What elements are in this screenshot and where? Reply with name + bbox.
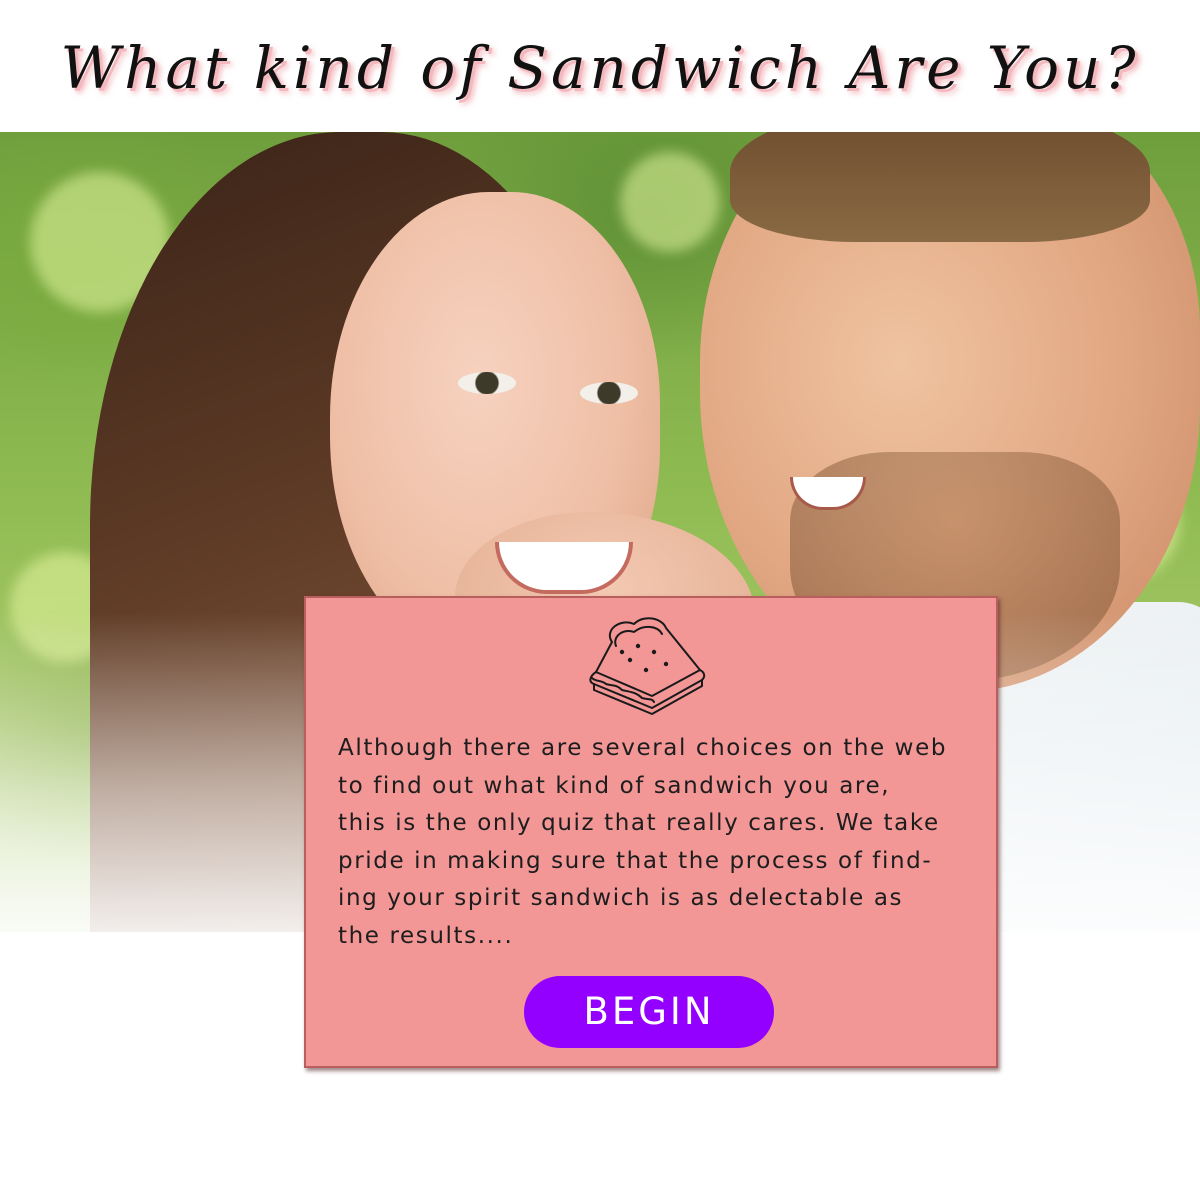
quiz-description: Although there are several choices on th… (338, 735, 948, 949)
page-title: What kind of Sandwich Are You? (60, 34, 1140, 102)
page: What kind of Sandwich Are You? Although … (0, 0, 1200, 1200)
begin-button[interactable]: BEGIN (524, 976, 774, 1048)
quiz-intro-card: Although there are several choices on th… (304, 596, 998, 1068)
sandwich-icon (589, 617, 706, 715)
